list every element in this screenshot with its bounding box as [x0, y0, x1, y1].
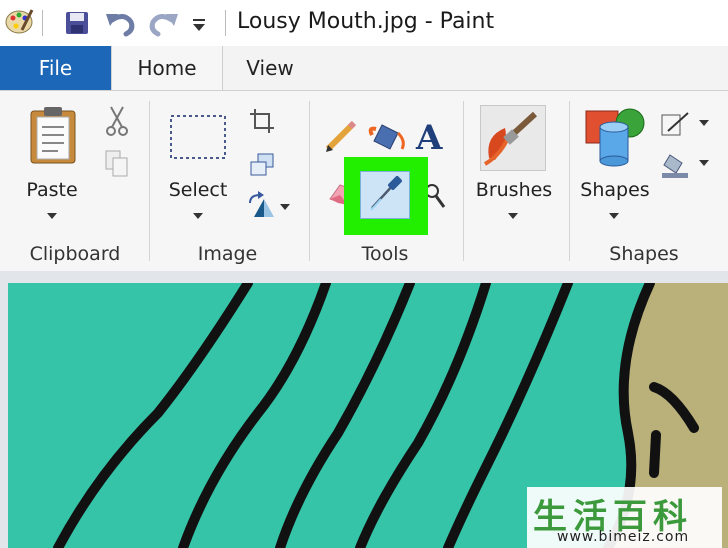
select-icon[interactable] [168, 113, 228, 161]
pencil-icon[interactable] [324, 119, 358, 153]
separator [309, 101, 310, 261]
text-icon[interactable]: A [414, 119, 448, 153]
color-picker-button[interactable] [360, 171, 410, 219]
rotate-icon[interactable] [246, 191, 276, 221]
select-button[interactable]: Select [162, 179, 234, 201]
paint-palette-icon[interactable] [4, 6, 34, 36]
paste-button[interactable]: Paste [22, 179, 82, 201]
customize-dropdown-icon[interactable] [192, 18, 206, 32]
ribbon: Paste Clipboard Select Image A Tools Bru… [0, 90, 728, 272]
brush-icon [483, 111, 538, 166]
color-picker-icon [370, 176, 402, 211]
select-dropdown-icon[interactable] [193, 213, 203, 219]
separator [42, 10, 43, 36]
group-label-clipboard: Clipboard [29, 243, 121, 265]
shape-fill-icon[interactable] [660, 149, 690, 179]
shapes-icon[interactable] [584, 105, 648, 167]
shapes-dropdown-icon[interactable] [609, 213, 619, 219]
brushes-dropdown-icon[interactable] [508, 213, 518, 219]
window-title: Lousy Mouth.jpg - Paint [237, 9, 495, 34]
separator [463, 101, 464, 261]
cut-icon[interactable] [104, 105, 130, 137]
crop-icon[interactable] [248, 107, 276, 135]
separator [149, 101, 150, 261]
watermark-url: www.bimeiz.com [557, 529, 690, 545]
fill-bucket-icon[interactable] [368, 115, 408, 155]
save-icon[interactable] [64, 10, 90, 36]
brushes-button[interactable] [480, 105, 546, 171]
separator [569, 101, 570, 261]
separator [225, 10, 226, 36]
shapes-button[interactable]: Shapes [578, 179, 652, 201]
paste-dropdown-icon[interactable] [47, 213, 57, 219]
resize-icon[interactable] [248, 151, 276, 179]
tab-home[interactable]: Home [111, 46, 223, 91]
shape-fill-dropdown-icon[interactable] [699, 160, 709, 166]
rotate-dropdown-icon[interactable] [280, 204, 290, 210]
svg-text:A: A [415, 119, 443, 153]
ribbon-tabs: File Home View [0, 46, 728, 91]
copy-icon[interactable] [104, 149, 130, 179]
tab-view[interactable]: View [222, 46, 318, 90]
undo-icon[interactable] [104, 8, 136, 38]
clipboard-icon[interactable] [28, 105, 78, 165]
group-label-image: Image [197, 243, 258, 265]
group-label-tools: Tools [361, 243, 409, 265]
brushes-label[interactable]: Brushes [474, 179, 554, 201]
tab-file[interactable]: File [0, 46, 111, 90]
redo-icon[interactable] [148, 8, 180, 38]
title-bar: Lousy Mouth.jpg - Paint [0, 0, 728, 46]
group-label-shapes: Shapes [609, 243, 679, 265]
outline-icon[interactable] [660, 111, 690, 137]
watermark: 生活百科 www.bimeiz.com [527, 487, 722, 548]
outline-dropdown-icon[interactable] [699, 120, 709, 126]
magnifier-icon[interactable] [428, 183, 448, 211]
